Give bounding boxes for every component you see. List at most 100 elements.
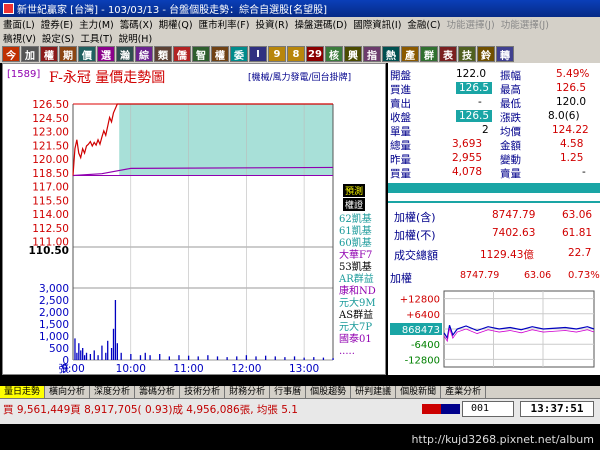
toolbar-button[interactable]: 產 — [401, 46, 419, 62]
broker-item[interactable]: 大華F7 — [339, 250, 387, 262]
yesterday-volume-label: 昨量 — [390, 154, 411, 166]
toolbar-button[interactable]: 智 — [192, 46, 210, 62]
toolbar-button[interactable]: 僑 — [173, 46, 191, 62]
quote-panel: 開盤 122.0 振幅 5.49% 買進 126.5 最高 126.5 賣出 -… — [388, 63, 600, 375]
broker-item[interactable]: 61凱基 — [339, 226, 387, 238]
broker-item[interactable]: 元大9M — [339, 298, 387, 310]
bottom-tab[interactable]: 產業分析 — [441, 386, 487, 398]
toolbar-button[interactable]: 29 — [306, 46, 324, 62]
toolbar-button[interactable]: 價 — [78, 46, 96, 62]
price-tick-label: 121.50 — [32, 140, 69, 152]
menu-item[interactable]: 籌碼(X) — [117, 17, 156, 31]
toolbar-button[interactable]: 期 — [59, 46, 77, 62]
volume-bar — [85, 352, 88, 360]
menu-item[interactable]: 功能選擇(J) — [498, 17, 552, 31]
menu-item[interactable]: 設定(S) — [39, 31, 77, 45]
bottom-tab[interactable]: 技術分析 — [180, 386, 226, 398]
menu-item[interactable]: 稿視(V) — [0, 31, 39, 45]
bottom-tab[interactable]: 個股新聞 — [396, 386, 442, 398]
toolbar-button[interactable]: 加 — [21, 46, 39, 62]
menu-bar-primary: 畫面(L) 證券(E) 主力(M) 籌碼(X) 期權(Q) 匯市利率(F) 投資(R) 操盤選… — [0, 17, 600, 31]
index-incl-label: 加權(含) — [394, 211, 436, 224]
menu-item[interactable]: 投資(R) — [252, 17, 291, 31]
code-input[interactable]: 001 — [462, 401, 514, 417]
toolbar-button[interactable]: 類 — [154, 46, 172, 62]
ask-value: - — [478, 96, 482, 108]
toolbar-button[interactable]: 鈴 — [477, 46, 495, 62]
volume-bar — [114, 300, 117, 360]
broker-item[interactable]: AS群益 — [339, 310, 387, 322]
toolbar-button[interactable]: 瀚 — [116, 46, 134, 62]
bid-value: 126.5 — [456, 82, 493, 94]
broker-item[interactable]: 元大7P — [339, 322, 387, 334]
toolbar-button[interactable]: 轉 — [496, 46, 514, 62]
toolbar-button[interactable]: 今 — [2, 46, 20, 62]
toolbar-button[interactable]: 8 — [287, 46, 305, 62]
volume-bar — [112, 328, 115, 360]
app-icon — [3, 3, 14, 14]
bottom-tab[interactable]: 個股趨勢 — [306, 386, 352, 398]
status-bar: 買 9,561,449頁 8,917,705( 0.93)成 4,956,086… — [0, 398, 600, 424]
toolbar-button[interactable]: 權 — [211, 46, 229, 62]
bottom-tab[interactable]: 財務分析 — [225, 386, 271, 398]
menu-item[interactable]: 功能選擇(J) — [443, 17, 497, 31]
bottom-tab[interactable]: 量日走勢 — [0, 386, 46, 398]
bottom-tab[interactable]: 橫向分析 — [45, 386, 91, 398]
menu-item[interactable]: 畫面(L) — [0, 17, 38, 31]
toolbar-button[interactable]: I — [249, 46, 267, 62]
toolbar-button[interactable]: 技 — [458, 46, 476, 62]
bid-label: 買進 — [390, 84, 411, 96]
broker-item[interactable]: 60凱基 — [339, 238, 387, 250]
broker-item[interactable]: 國泰01 — [339, 334, 387, 346]
toolbar-button[interactable]: 綜 — [135, 46, 153, 62]
predict-tag[interactable]: 預測 — [343, 184, 366, 197]
mini-percent: 0.73% — [568, 270, 600, 281]
broker-item[interactable]: ..... — [339, 346, 387, 358]
toolbar-button[interactable]: 委 — [230, 46, 248, 62]
volume-bar — [332, 358, 334, 360]
volume-bar — [97, 355, 99, 360]
toolbar-button[interactable]: 熱 — [382, 46, 400, 62]
limit-up-fill — [119, 104, 333, 176]
volume-bar — [116, 343, 118, 360]
volume-tick-label: 2,000 — [39, 307, 69, 319]
menu-item[interactable]: 金融(C) — [404, 17, 443, 31]
broker-item[interactable]: 53凱基 — [339, 262, 387, 274]
toolbar-button[interactable]: 指 — [363, 46, 381, 62]
broker-item[interactable]: 康和ND — [339, 286, 387, 298]
menu-item[interactable]: 證券(E) — [38, 17, 76, 31]
toolbar-button[interactable]: 9 — [268, 46, 286, 62]
total-volume-label: 總量 — [390, 140, 411, 152]
menu-item[interactable]: 匯市利率(F) — [196, 17, 253, 31]
bottom-tab[interactable]: 深度分析 — [90, 386, 136, 398]
toolbar-button[interactable]: 群 — [420, 46, 438, 62]
toolbar-button[interactable]: 興 — [344, 46, 362, 62]
broker-item[interactable]: 62凱基 — [339, 214, 387, 226]
warrant-tag[interactable]: 權證 — [343, 198, 366, 211]
bottom-tab[interactable]: 研判建議 — [351, 386, 397, 398]
amplitude-value: 5.49% — [556, 68, 590, 80]
menu-item[interactable]: 工具(T) — [77, 31, 115, 45]
ask-label: 賣出 — [390, 98, 411, 110]
volume-bar — [120, 352, 122, 360]
volume-bar — [322, 357, 325, 360]
open-value: 122.0 — [456, 68, 487, 80]
chart-panel: [1589] F-永冠 量價走勢圖 [機械/風力發電/回台掛牌] 126.50 1… — [2, 63, 386, 375]
volume-bar — [207, 355, 209, 360]
toolbar-button[interactable]: 權 — [40, 46, 58, 62]
menu-item[interactable]: 國際資訊(I) — [350, 17, 404, 31]
menu-item[interactable]: 期權(Q) — [156, 17, 196, 31]
volume-bar — [89, 354, 92, 360]
toolbar-button[interactable]: 選 — [97, 46, 115, 62]
bottom-tab[interactable]: 籌碼分析 — [135, 386, 181, 398]
bottom-tab[interactable]: 行事曆 — [270, 386, 307, 398]
menu-item[interactable]: 說明(H) — [116, 31, 156, 45]
menu-item[interactable]: 操盤選碼(D) — [291, 17, 350, 31]
toolbar-button[interactable]: 表 — [439, 46, 457, 62]
volume-bar — [178, 355, 180, 360]
variation-label: 變動 — [500, 154, 521, 166]
menu-item[interactable]: 主力(M) — [76, 17, 117, 31]
volume-bar — [264, 355, 267, 360]
broker-item[interactable]: AR群益 — [339, 274, 387, 286]
toolbar-button[interactable]: 核 — [325, 46, 343, 62]
